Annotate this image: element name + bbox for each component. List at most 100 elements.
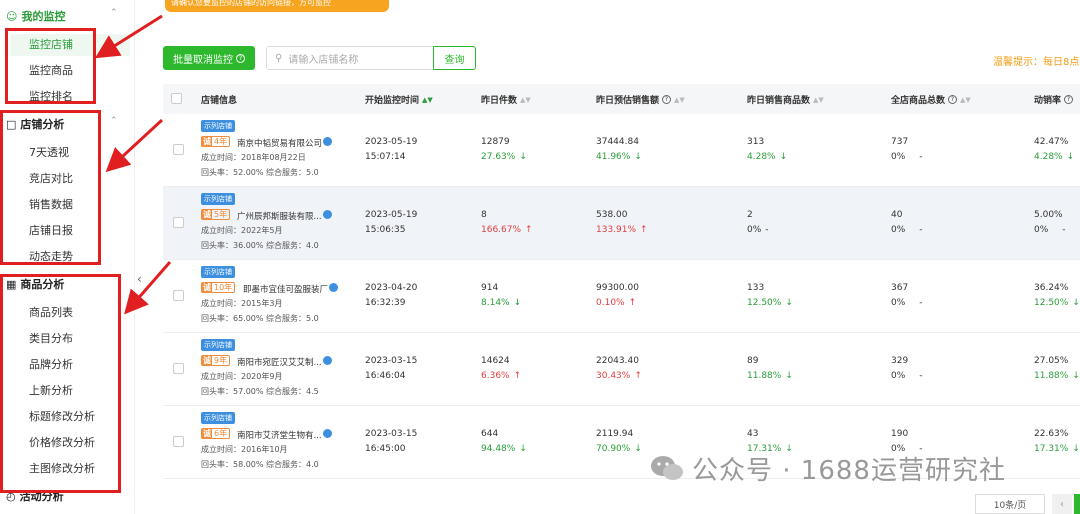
qty-change: 8.14% ↓ bbox=[481, 298, 521, 308]
prev-page-button[interactable]: ‹ bbox=[1052, 494, 1072, 514]
trend-arrow-icon: ↓ bbox=[634, 152, 642, 162]
sort-icon[interactable]: ▲▼ bbox=[674, 96, 685, 104]
sales-change: 41.96% ↓ bbox=[596, 152, 642, 162]
shop-name[interactable]: 南阳市艾济堂生物有... bbox=[237, 429, 322, 441]
rate-value: 27.05% bbox=[1034, 356, 1069, 366]
trend-arrow-icon: - bbox=[919, 225, 923, 235]
sidebar-item-category[interactable]: 类目分布 bbox=[29, 331, 73, 347]
search-button[interactable]: 查询 bbox=[433, 46, 476, 70]
monitor-time: 15:07:14 bbox=[365, 152, 406, 162]
trend-arrow-icon: - bbox=[919, 152, 923, 162]
total-change: 0% - bbox=[891, 298, 923, 308]
notice-banner: 请确认您要监控的店铺的访问链接，方可监控 bbox=[165, 0, 389, 12]
sales-value: 37444.84 bbox=[596, 137, 639, 147]
row-checkbox[interactable] bbox=[173, 436, 184, 447]
years-label: 4年 bbox=[214, 137, 228, 146]
trend-arrow-icon: ↓ bbox=[634, 444, 642, 454]
total-change: 0% - bbox=[891, 152, 923, 162]
wechat-icon bbox=[651, 455, 683, 480]
change-value: 4.28% bbox=[1034, 152, 1063, 162]
founded-date: 成立时间：2016年10月 bbox=[201, 445, 288, 454]
sidebar-item-new-arrivals[interactable]: 上新分析 bbox=[29, 383, 73, 399]
sidebar-group-activity[interactable]: ◴ 活动分析 bbox=[6, 486, 64, 506]
column-header-start-time[interactable]: 开始监控时间 ▲▼ bbox=[365, 93, 433, 107]
founded-date: 成立时间：2018年08月22日 bbox=[201, 153, 306, 162]
row-checkbox[interactable] bbox=[173, 290, 184, 301]
row-checkbox[interactable] bbox=[173, 363, 184, 374]
rate-change: 17.31% ↓ bbox=[1034, 444, 1080, 454]
help-icon: ? bbox=[236, 53, 245, 63]
sidebar-item-compare[interactable]: 竞店对比 bbox=[29, 171, 73, 187]
sales-change: 70.90% ↓ bbox=[596, 444, 642, 454]
table-row[interactable]: 示列店铺 诚 4年 南京中韬贸易有限公司 成立时间：2018年08月22日 回头率… bbox=[163, 114, 1080, 187]
sidebar-item-monitor-products[interactable]: 监控商品 bbox=[29, 63, 73, 79]
select-all-checkbox[interactable] bbox=[171, 93, 182, 104]
qty-value: 12879 bbox=[481, 137, 510, 147]
row-checkbox[interactable] bbox=[173, 144, 184, 155]
batch-cancel-monitor-button[interactable]: 批量取消监控 ? bbox=[163, 46, 255, 70]
change-value: 94.48% bbox=[481, 444, 516, 454]
sidebar-item-price-change[interactable]: 价格修改分析 bbox=[29, 435, 95, 451]
column-header-total[interactable]: 全店商品总数? ▲▼ bbox=[891, 93, 971, 106]
sort-icon[interactable]: ▲▼ bbox=[520, 96, 531, 104]
sidebar-item-monitor-ranking[interactable]: 监控排名 bbox=[29, 89, 73, 105]
qty-change: 6.36% ↑ bbox=[481, 371, 521, 381]
sidebar-item-image-change[interactable]: 主图修改分析 bbox=[29, 461, 95, 477]
page-size-select[interactable]: 10条/页 bbox=[975, 494, 1045, 514]
column-header-label: 昨日预估销售额 bbox=[596, 96, 660, 106]
row-checkbox[interactable] bbox=[173, 217, 184, 228]
monitor-date: 2023-05-19 bbox=[365, 210, 418, 220]
column-header-qty[interactable]: 昨日件数 ▲▼ bbox=[481, 93, 531, 107]
sales-change: 133.91% ↑ bbox=[596, 225, 648, 235]
table-row[interactable]: 示列店铺 诚 9年 南阳市宛匠汉艾艾制... 成立时间：2020年9月 回头率：5… bbox=[163, 333, 1080, 406]
sidebar-item-daily-report[interactable]: 店铺日报 bbox=[29, 223, 73, 239]
trend-arrow-icon: ↑ bbox=[525, 225, 533, 235]
chevron-up-icon[interactable]: ⌃ bbox=[110, 8, 118, 18]
chevron-up-icon[interactable]: ⌃ bbox=[110, 116, 118, 126]
search-input[interactable]: ⚲ 请输入店铺名称 bbox=[266, 46, 434, 70]
sold-value: 89 bbox=[747, 356, 759, 366]
watermark-text: 公众号 · 1688运营研究社 bbox=[692, 456, 1006, 486]
monitor-time: 16:45:00 bbox=[365, 444, 406, 454]
column-header-sold[interactable]: 昨日销售商品数 ▲▼ bbox=[747, 93, 824, 107]
sidebar-group-monitor[interactable]: ☺ 我的监控 bbox=[6, 6, 65, 26]
shop-name[interactable]: 即墨市宜佳可盈服装厂 bbox=[243, 283, 328, 295]
sidebar-item-brand[interactable]: 品牌分析 bbox=[29, 357, 73, 373]
collapse-sidebar-icon[interactable]: ‹ bbox=[137, 272, 142, 286]
sold-value: 43 bbox=[747, 429, 759, 439]
qty-value: 8 bbox=[481, 210, 487, 220]
chart-icon: ▦ bbox=[6, 277, 17, 291]
years-label: 9年 bbox=[214, 356, 228, 365]
trend-arrow-icon: ↓ bbox=[1072, 298, 1080, 308]
table-row[interactable]: 示列店铺 诚 10年 即墨市宜佳可盈服装厂 成立时间：2015年3月 回头率：65… bbox=[163, 260, 1080, 333]
next-page-button[interactable] bbox=[1074, 494, 1080, 514]
sold-change: 0% - bbox=[747, 225, 769, 235]
sidebar-item-product-list[interactable]: 商品列表 bbox=[29, 305, 73, 321]
table-row[interactable]: 示列店铺 诚 5年 广州辰邦斯服装有限... 成立时间：2022年5月 回头率：3… bbox=[163, 187, 1080, 260]
rate-value: 5.00% bbox=[1034, 210, 1063, 220]
shop-name[interactable]: 南阳市宛匠汉艾艾制... bbox=[237, 356, 322, 368]
sidebar-item-monitor-shops[interactable]: 监控店铺 bbox=[10, 34, 130, 56]
sidebar-item-title-change[interactable]: 标题修改分析 bbox=[29, 409, 95, 425]
sales-value: 538.00 bbox=[596, 210, 628, 220]
sidebar-item-trend[interactable]: 动态走势 bbox=[29, 249, 73, 265]
sidebar-group-product-analysis[interactable]: ▦ 商品分析 bbox=[6, 274, 64, 294]
column-header-label: 全店商品总数 bbox=[891, 96, 946, 106]
column-header-sales[interactable]: 昨日预估销售额? ▲▼ bbox=[596, 93, 685, 106]
sort-icon[interactable]: ▲▼ bbox=[960, 96, 971, 104]
help-icon: ? bbox=[948, 95, 958, 104]
total-value: 367 bbox=[891, 283, 909, 293]
verified-icon bbox=[323, 356, 332, 365]
monitor-time: 16:46:04 bbox=[365, 371, 406, 381]
sidebar-item-7day[interactable]: 7天透视 bbox=[29, 145, 69, 161]
column-header-rate[interactable]: 动销率? bbox=[1034, 93, 1074, 106]
sort-icon[interactable]: ▲▼ bbox=[813, 96, 824, 104]
sidebar-group-shop-analysis[interactable]: □ 店铺分析 bbox=[6, 114, 64, 134]
trend-arrow-icon: ↓ bbox=[1072, 371, 1080, 381]
rate-value: 36.24% bbox=[1034, 283, 1069, 293]
sidebar-item-sales-data[interactable]: 销售数据 bbox=[29, 197, 73, 213]
sort-icon[interactable]: ▲▼ bbox=[422, 96, 433, 104]
verified-icon bbox=[323, 137, 332, 146]
shop-name[interactable]: 广州辰邦斯服装有限... bbox=[237, 210, 322, 222]
shop-name[interactable]: 南京中韬贸易有限公司 bbox=[237, 137, 322, 149]
